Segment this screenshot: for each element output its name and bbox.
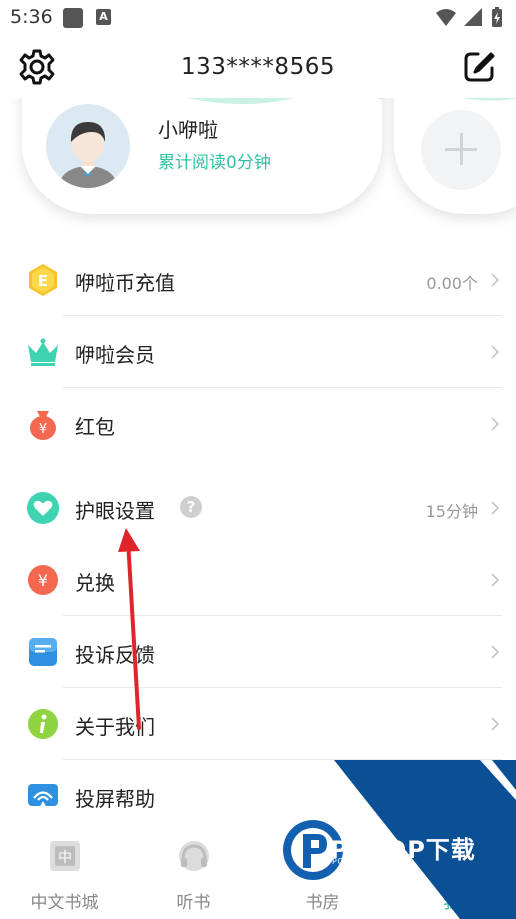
wifi-icon [436, 9, 456, 26]
menu-label: 护眼设置 [75, 499, 155, 523]
chevron-right-icon [491, 573, 500, 587]
chevron-right-icon [491, 345, 500, 359]
bookstore-icon: 中 [50, 841, 80, 871]
menu-item-feedback[interactable]: 投诉反馈 [0, 616, 516, 688]
eye-care-duration: 15分钟 [425, 502, 478, 521]
reading-time: 累计阅读0分钟 [158, 153, 271, 173]
info-icon [28, 709, 58, 739]
avatar[interactable] [46, 104, 130, 188]
cast-icon [28, 784, 58, 808]
chevron-right-icon [491, 717, 500, 731]
menu-item-exchange[interactable]: ¥ 兑换 [0, 544, 516, 616]
red-packet-icon: ¥ [30, 411, 56, 440]
profile-cards: 小咿啦 累计阅读0分钟 [0, 98, 516, 238]
chevron-right-icon [491, 501, 500, 515]
help-icon[interactable]: ? [180, 496, 202, 518]
crown-icon [28, 338, 58, 366]
menu-label: 关于我们 [75, 715, 155, 739]
edit-icon[interactable] [462, 50, 496, 84]
menu-item-membership[interactable]: 咿啦会员 [0, 316, 516, 388]
app-notification-icon: A [96, 9, 111, 25]
status-bar: 5:36 A [0, 0, 516, 36]
tab-audiobook[interactable]: 听书 [129, 828, 258, 919]
menu-label: 咿啦会员 [75, 343, 155, 367]
coin-balance: 0.00个 [426, 274, 478, 293]
menu-item-eye-care[interactable]: 护眼设置 ? 15分钟 [0, 472, 516, 544]
svg-text:¥: ¥ [39, 422, 47, 437]
profile-name: 小咿啦 [158, 118, 218, 142]
header: 133****8565 [0, 36, 516, 98]
tab-bookstore[interactable]: 中 中文书城 [0, 828, 129, 919]
notification-icon [63, 8, 83, 28]
card-wave-decoration [188, 98, 382, 105]
svg-text:E: E [38, 272, 48, 290]
menu-label: 红包 [75, 415, 115, 439]
tab-label: 书房 [305, 893, 340, 913]
chevron-right-icon [491, 273, 500, 287]
add-account-card[interactable] [394, 98, 516, 214]
tab-label: 中文书城 [30, 893, 99, 913]
status-icons [436, 7, 502, 27]
menu-item-cast-help[interactable]: 投屏帮助 [0, 760, 516, 832]
menu-item-recharge[interactable]: E 咿啦币充值 0.00个 [0, 244, 516, 316]
menu-label: 投屏帮助 [75, 787, 155, 811]
menu-label: 投诉反馈 [75, 643, 155, 667]
svg-text:¥: ¥ [38, 571, 48, 590]
phone-number: 133****8565 [181, 54, 335, 80]
chevron-right-icon [491, 417, 500, 431]
menu-label: 咿啦币充值 [75, 271, 175, 295]
chevron-right-icon [491, 645, 500, 659]
status-time: 5:36 [10, 6, 53, 28]
avatar-illustration [60, 122, 116, 188]
svg-text:中: 中 [58, 850, 72, 866]
heart-icon [27, 492, 59, 524]
yen-icon: ¥ [28, 565, 58, 595]
menu-item-red-packet[interactable]: ¥ 红包 [0, 388, 516, 460]
signal-icon [464, 8, 482, 26]
headphones-icon [179, 841, 209, 871]
menu-item-about[interactable]: 关于我们 [0, 688, 516, 760]
watermark-subtext: PCPOP Download [332, 857, 408, 866]
profile-card[interactable]: 小咿啦 累计阅读0分钟 [22, 98, 382, 214]
menu-label: 兑换 [75, 571, 115, 595]
coin-icon: E [29, 264, 57, 296]
feedback-icon [29, 638, 57, 666]
tab-label: 听书 [176, 893, 211, 913]
tab-label: 我 [443, 893, 460, 913]
